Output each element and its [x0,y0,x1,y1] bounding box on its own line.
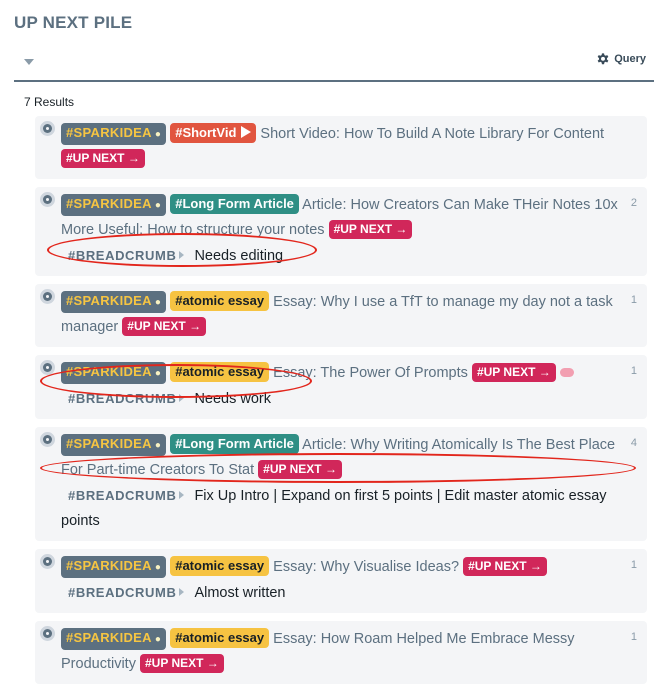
tag-label: #SPARKIDEA [66,196,152,211]
query-toolbar: Query [14,44,654,82]
tag-upnext[interactable]: #UP NEXT → [258,460,342,479]
tag-label: #SPARKIDEA [66,436,152,451]
tag-atomic-essay[interactable]: #atomic essay [170,628,270,648]
tag-sparkidea[interactable]: #SPARKIDEA ● [61,194,167,216]
results-list: #SPARKIDEA ● #ShortVid Short Video: How T… [35,116,647,692]
tag-label: #SPARKIDEA [66,293,152,308]
tag-upnext[interactable]: #UP NEXT → [471,363,556,382]
tag-label: #SPARKIDEA [66,125,152,140]
list-item: 1 #SPARKIDEA ● #atomic essay Essay: How R… [35,621,647,684]
list-item: 1 #SPARKIDEA ● #atomic essay Essay: Why I… [35,284,647,347]
list-item: 4 #SPARKIDEA ● #Long Form Article Article… [35,427,647,541]
tag-sparkidea[interactable]: #SPARKIDEA ● [61,362,167,384]
tag-sparkidea[interactable]: #SPARKIDEA ● [61,556,167,578]
tag-label: #SPARKIDEA [66,558,152,573]
tag-sparkidea[interactable]: #SPARKIDEA ● [61,123,167,145]
tag-label: #UP NEXT [333,222,393,236]
tag-atomic-essay[interactable]: #atomic essay [170,362,270,382]
bullet-icon[interactable] [43,363,52,372]
caret-right-icon [179,491,185,499]
reference-count[interactable]: 2 [631,191,637,216]
reference-count[interactable]: 1 [631,359,637,384]
bullet-icon[interactable] [43,629,52,638]
tag-upnext[interactable]: #UP NEXT → [122,317,207,336]
gear-icon [597,53,609,65]
item-title[interactable]: Essay: Why Visualise Ideas? [273,559,459,575]
lightbulb-icon: ● [154,634,162,645]
lightbulb-icon: ● [154,562,162,573]
arrow-icon: → [395,222,408,236]
breadcrumb-line: #BREADCRUMB Fix Up Intro | Expand on firs… [61,483,619,534]
reference-count[interactable]: 1 [631,625,637,650]
tag-upnext[interactable]: #UP NEXT → [463,557,547,576]
tag-breadcrumb[interactable]: #BREADCRUMB [68,391,176,406]
tag-shortvid[interactable]: #ShortVid [170,123,257,143]
arrow-icon: → [324,462,337,476]
reference-count[interactable]: 1 [631,553,637,578]
tag-atomic-essay[interactable]: #atomic essay [170,556,270,576]
arrow-icon: → [529,559,542,573]
lightbulb-icon: ● [154,200,162,211]
results-count: 7 Results [24,95,75,109]
lightbulb-icon: ● [154,129,162,140]
play-icon [241,126,252,138]
breadcrumb-line: #BREADCRUMB Almost written [61,580,619,606]
tag-breadcrumb[interactable]: #BREADCRUMB [68,585,176,600]
tag-label: #SPARKIDEA [66,630,152,645]
tag-sparkidea[interactable]: #SPARKIDEA ● [61,434,167,456]
lightbulb-icon: ● [154,368,162,379]
list-item: #SPARKIDEA ● #ShortVid Short Video: How T… [35,116,647,179]
tag-upnext[interactable]: #UP NEXT → [61,149,145,168]
tag-label: #UP NEXT [127,319,186,333]
tag-upnext[interactable]: #UP NEXT → [139,654,224,673]
bullet-icon[interactable] [43,557,52,566]
tag-label: #SPARKIDEA [66,364,152,379]
tag-label: #UP NEXT [468,559,527,573]
arrow-icon: → [538,365,551,379]
tag-label: #ShortVid [175,125,237,140]
tag-atomic-essay[interactable]: #atomic essay [170,291,270,311]
arrow-icon: → [206,656,219,670]
item-title[interactable]: Essay: The Power Of Prompts [273,365,468,381]
tag-breadcrumb[interactable]: #BREADCRUMB [68,248,176,263]
lightbulb-icon: ● [154,440,162,451]
breadcrumb-note[interactable]: Needs work [194,391,271,407]
list-item: 2 #SPARKIDEA ● #Long Form Article Article… [35,187,647,276]
caret-down-icon[interactable] [24,59,34,65]
bullet-icon[interactable] [43,435,52,444]
breadcrumb-line: #BREADCRUMB Needs work [61,386,619,412]
tag-label: #UP NEXT [144,656,204,670]
page-title: UP NEXT PILE [14,13,133,32]
tag-label: #UP NEXT [476,365,536,379]
reference-count[interactable]: 1 [631,288,637,313]
reference-count[interactable]: 4 [631,431,637,456]
query-button[interactable]: Query [596,52,646,66]
query-label: Query [614,53,646,65]
item-title[interactable]: Short Video: How To Build A Note Library… [260,126,604,142]
list-item: 1 #SPARKIDEA ● #atomic essay Essay: Why V… [35,549,647,613]
tag-long-form-article[interactable]: #Long Form Article [170,434,299,454]
breadcrumb-line: #BREADCRUMB Needs editing [61,243,619,269]
tag-upnext[interactable]: #UP NEXT → [328,220,413,239]
breadcrumb-note[interactable]: Needs editing [194,248,283,264]
bullet-icon[interactable] [43,195,52,204]
tag-label: #UP NEXT [66,151,125,165]
arrow-icon: → [189,319,202,333]
caret-right-icon [179,251,185,259]
list-item: 1 #SPARKIDEA ● #atomic essay Essay: The P… [35,355,647,419]
tag-breadcrumb[interactable]: #BREADCRUMB [68,488,176,503]
tag-label: #UP NEXT [263,462,322,476]
lightbulb-icon: ● [154,297,162,308]
bullet-icon[interactable] [43,292,52,301]
bullet-icon[interactable] [43,124,52,133]
brain-icon [559,368,574,377]
tag-long-form-article[interactable]: #Long Form Article [170,194,299,214]
caret-right-icon [179,394,185,402]
caret-right-icon [179,588,185,596]
breadcrumb-note[interactable]: Almost written [194,585,285,601]
arrow-icon: → [127,151,140,165]
tag-sparkidea[interactable]: #SPARKIDEA ● [61,291,167,313]
